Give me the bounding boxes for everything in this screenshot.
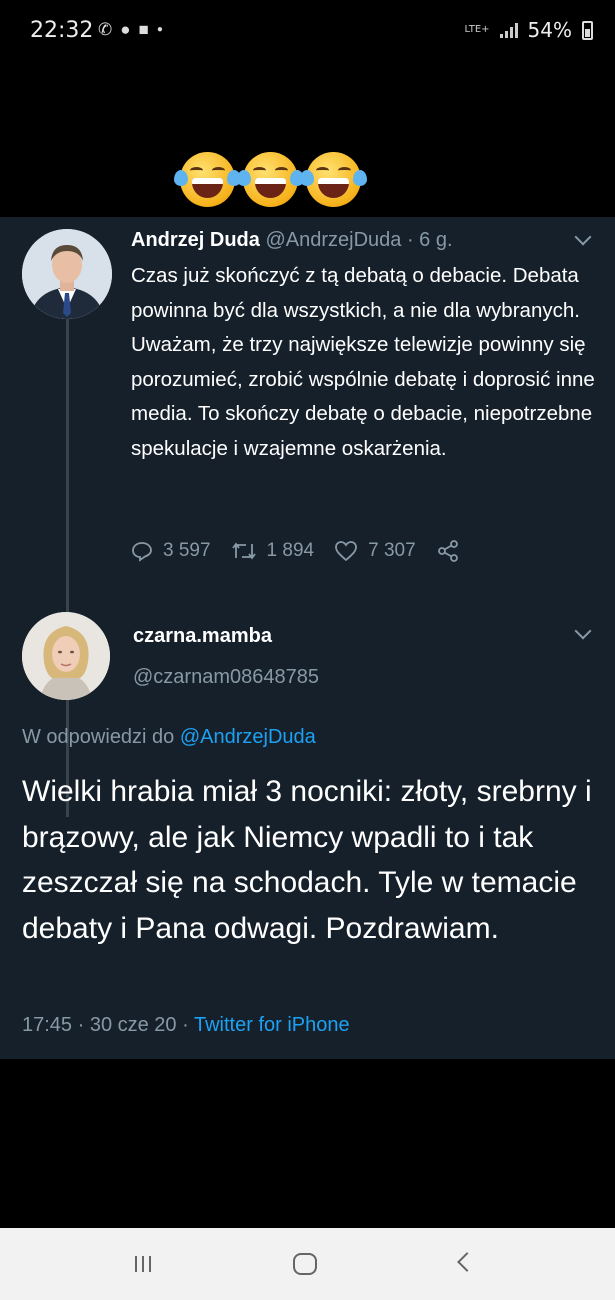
- like-button[interactable]: 7 307: [334, 540, 416, 562]
- back-icon[interactable]: [457, 1252, 477, 1272]
- tweet-text: Czas już skończyć z tą debatą o debacie.…: [131, 264, 595, 460]
- network-type: LTE+: [464, 24, 490, 35]
- retweet-icon: [231, 542, 256, 560]
- tears-of-joy-emoji: [300, 152, 367, 207]
- tears-of-joy-emoji: [237, 152, 304, 207]
- reply-author-avatar[interactable]: [22, 612, 110, 700]
- heart-icon: [335, 541, 357, 562]
- status-time: 22:32: [30, 18, 94, 43]
- reply-button[interactable]: 3 597: [131, 540, 211, 562]
- reply-text: Wielki hrabia miał 3 nocniki: złoty, sre…: [22, 775, 592, 945]
- reply-author-handle[interactable]: @czarnam08648785: [133, 666, 319, 689]
- retweet-button[interactable]: 1 894: [231, 540, 315, 562]
- messenger-icon: ●: [120, 20, 131, 39]
- replying-mention[interactable]: @AndrzejDuda: [180, 726, 316, 748]
- status-bar: 22:32 ✆ ● ■ ● LTE+ 54%: [0, 0, 615, 60]
- reply-timestamp: 17:45 · 30 cze 20 ·: [22, 1014, 189, 1036]
- replying-to: W odpowiedzi do @AndrzejDuda: [22, 726, 316, 749]
- chevron-down-icon[interactable]: [574, 622, 592, 640]
- shopping-bag-icon: ■: [138, 20, 149, 39]
- signal-icon: [499, 22, 518, 38]
- reply-meta: 17:45 · 30 cze 20 · Twitter for iPhone: [22, 1014, 350, 1037]
- author-avatar[interactable]: [22, 229, 112, 319]
- notification-icons: ✆ ● ■ ●: [98, 20, 163, 40]
- reply-icon: [132, 542, 152, 562]
- share-icon: [437, 540, 458, 562]
- tweet-card: Andrzej Duda @AndrzejDuda · 6 g. Czas ju…: [0, 217, 615, 1059]
- author-name[interactable]: Andrzej Duda: [131, 229, 260, 251]
- retweet-count: 1 894: [266, 540, 315, 561]
- tweet-time: · 6 g.: [406, 229, 453, 251]
- status-right: LTE+ 54%: [465, 18, 593, 42]
- battery-percent: 54%: [527, 18, 572, 42]
- tears-of-joy-emoji: [174, 152, 241, 207]
- reply-count: 3 597: [163, 540, 211, 561]
- tweet-actions: 3 597 1 894 7 307: [131, 539, 480, 563]
- author-handle[interactable]: @AndrzejDuda: [265, 229, 401, 251]
- share-button[interactable]: [436, 539, 460, 563]
- home-icon[interactable]: [293, 1253, 317, 1275]
- battery-icon: [582, 20, 593, 40]
- whatsapp-icon: ✆: [98, 20, 113, 39]
- reply-source[interactable]: Twitter for iPhone: [194, 1014, 350, 1036]
- recents-icon[interactable]: [135, 1256, 151, 1272]
- replying-prefix: W odpowiedzi do: [22, 726, 175, 748]
- more-dot-icon: ●: [156, 24, 163, 35]
- reply-author-name[interactable]: czarna.mamba: [133, 625, 272, 648]
- navigation-bar: [0, 1228, 615, 1300]
- emoji-row: [174, 152, 367, 207]
- like-count: 7 307: [368, 540, 416, 561]
- tweet-header: Andrzej Duda @AndrzejDuda · 6 g.: [131, 229, 453, 252]
- chevron-down-icon[interactable]: [574, 228, 592, 246]
